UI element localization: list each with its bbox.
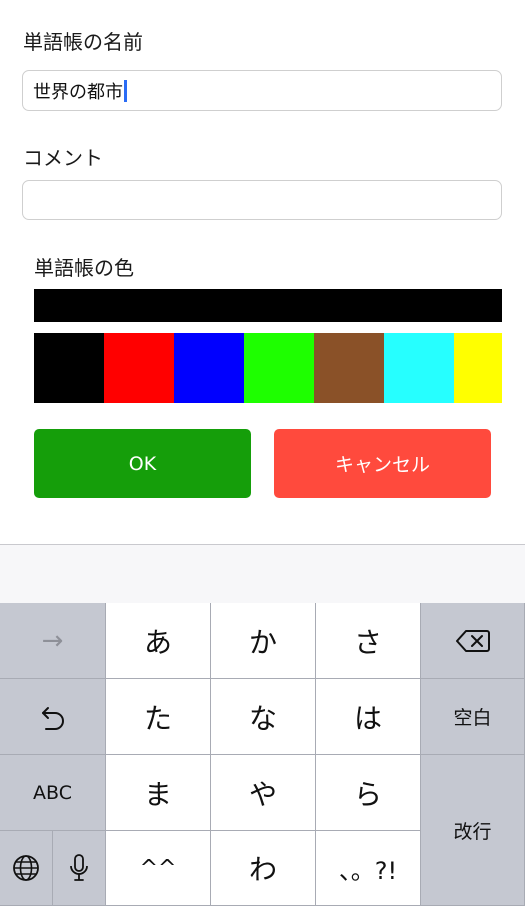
swatch-red[interactable] xyxy=(104,333,174,403)
key-ya[interactable]: や xyxy=(211,755,316,831)
color-swatches xyxy=(34,333,502,403)
swatch-cyan[interactable] xyxy=(384,333,454,403)
globe-key[interactable] xyxy=(0,831,53,906)
next-candidate-key[interactable]: → xyxy=(0,603,106,679)
globe-icon xyxy=(13,855,39,881)
key-na[interactable]: な xyxy=(211,679,316,755)
key-punctuation[interactable]: 、。?! xyxy=(316,831,421,906)
text-cursor xyxy=(124,79,127,102)
name-field-value: 世界の都市 xyxy=(33,81,123,103)
delete-icon xyxy=(455,629,490,652)
key-sa[interactable]: さ xyxy=(316,603,421,679)
swatch-yellow[interactable] xyxy=(454,333,502,403)
color-label: 単語帳の色 xyxy=(34,256,134,280)
swatch-green[interactable] xyxy=(244,333,314,403)
selected-color-preview xyxy=(34,289,502,322)
swatch-brown[interactable] xyxy=(314,333,384,403)
name-field[interactable]: 世界の都市 xyxy=(22,70,502,111)
japanese-kana-keyboard: → あ か さ た な は 空白 ABC ま や ら 改行 ^^ わ 、。?! xyxy=(0,603,525,906)
undo-icon xyxy=(41,706,64,730)
key-ma[interactable]: ま xyxy=(106,755,211,831)
microphone-icon xyxy=(70,854,88,881)
key-dakuten[interactable]: ^^ xyxy=(106,831,211,906)
key-ha[interactable]: は xyxy=(316,679,421,755)
microphone-key[interactable] xyxy=(53,831,106,906)
cancel-button[interactable]: キャンセル xyxy=(274,429,491,498)
key-a[interactable]: あ xyxy=(106,603,211,679)
return-key[interactable]: 改行 xyxy=(421,755,525,906)
ok-button[interactable]: OK xyxy=(34,429,251,498)
name-label: 単語帳の名前 xyxy=(23,30,143,54)
delete-key[interactable] xyxy=(421,603,525,679)
key-ka[interactable]: か xyxy=(211,603,316,679)
undo-key[interactable] xyxy=(0,679,106,755)
swatch-blue[interactable] xyxy=(174,333,244,403)
key-wa[interactable]: わ xyxy=(211,831,316,906)
space-key[interactable]: 空白 xyxy=(421,679,525,755)
abc-key[interactable]: ABC xyxy=(0,755,106,831)
swatch-black[interactable] xyxy=(34,333,104,403)
key-ra[interactable]: ら xyxy=(316,755,421,831)
key-ta[interactable]: た xyxy=(106,679,211,755)
comment-field[interactable] xyxy=(22,180,502,220)
comment-label: コメント xyxy=(23,146,103,170)
keyboard-accessory-bar xyxy=(0,544,525,604)
